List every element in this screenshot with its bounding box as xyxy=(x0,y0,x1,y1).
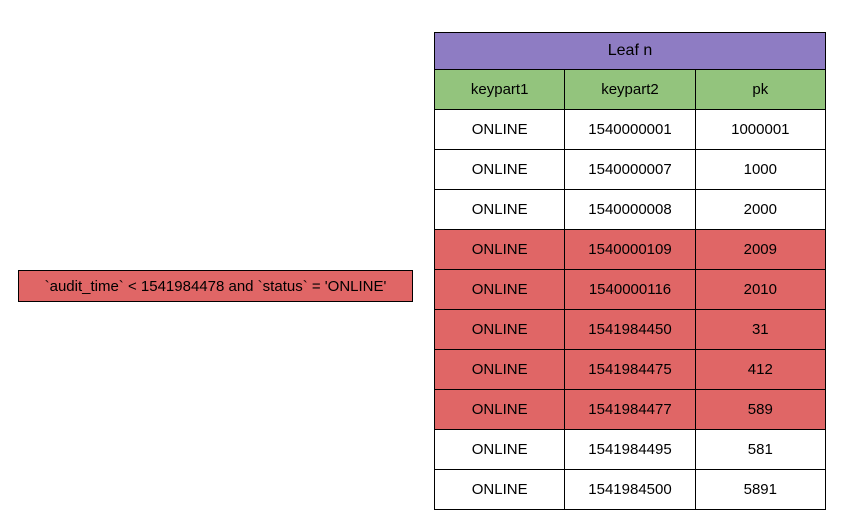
query-condition-box: `audit_time` < 1541984478 and `status` =… xyxy=(18,270,413,302)
cell-pk: 2009 xyxy=(696,230,826,270)
cell-keypart1: ONLINE xyxy=(434,270,565,310)
table-row: ONLINE15419845005891 xyxy=(434,470,826,510)
cell-pk: 2000 xyxy=(696,190,826,230)
cell-pk: 581 xyxy=(696,430,826,470)
table-row: ONLINE1541984477589 xyxy=(434,390,826,430)
cell-keypart1: ONLINE xyxy=(434,350,565,390)
table-title-bar: Leaf n xyxy=(434,32,826,70)
col-header-pk: pk xyxy=(696,70,826,110)
query-condition-text: `audit_time` < 1541984478 and `status` =… xyxy=(45,278,387,295)
col-header-keypart1: keypart1 xyxy=(434,70,565,110)
cell-keypart2: 1540000109 xyxy=(565,230,695,270)
cell-pk: 31 xyxy=(696,310,826,350)
cell-keypart2: 1540000007 xyxy=(565,150,695,190)
table-row: ONLINE1541984475412 xyxy=(434,350,826,390)
table-title: Leaf n xyxy=(608,42,652,60)
cell-pk: 589 xyxy=(696,390,826,430)
table-header-row: keypart1 keypart2 pk xyxy=(434,70,826,110)
cell-pk: 2010 xyxy=(696,270,826,310)
table-row: ONLINE15400001092009 xyxy=(434,230,826,270)
table-row: ONLINE15400000082000 xyxy=(434,190,826,230)
cell-keypart1: ONLINE xyxy=(434,150,565,190)
cell-keypart2: 1540000001 xyxy=(565,110,695,150)
table-row: ONLINE1541984495581 xyxy=(434,430,826,470)
cell-pk: 412 xyxy=(696,350,826,390)
cell-keypart2: 1540000008 xyxy=(565,190,695,230)
cell-pk: 5891 xyxy=(696,470,826,510)
cell-pk: 1000001 xyxy=(696,110,826,150)
cell-keypart1: ONLINE xyxy=(434,470,565,510)
table-row: ONLINE15400000071000 xyxy=(434,150,826,190)
table-row: ONLINE15400001162010 xyxy=(434,270,826,310)
cell-keypart1: ONLINE xyxy=(434,110,565,150)
cell-keypart1: ONLINE xyxy=(434,310,565,350)
cell-keypart2: 1540000116 xyxy=(565,270,695,310)
cell-keypart2: 1541984495 xyxy=(565,430,695,470)
cell-keypart2: 1541984475 xyxy=(565,350,695,390)
cell-keypart1: ONLINE xyxy=(434,190,565,230)
cell-keypart2: 1541984500 xyxy=(565,470,695,510)
table-row: ONLINE154198445031 xyxy=(434,310,826,350)
cell-keypart1: ONLINE xyxy=(434,390,565,430)
cell-keypart1: ONLINE xyxy=(434,230,565,270)
leaf-table: Leaf n keypart1 keypart2 pk ONLINE154000… xyxy=(434,32,826,510)
col-header-keypart2: keypart2 xyxy=(565,70,695,110)
cell-keypart1: ONLINE xyxy=(434,430,565,470)
cell-keypart2: 1541984450 xyxy=(565,310,695,350)
table-row: ONLINE15400000011000001 xyxy=(434,110,826,150)
cell-pk: 1000 xyxy=(696,150,826,190)
cell-keypart2: 1541984477 xyxy=(565,390,695,430)
